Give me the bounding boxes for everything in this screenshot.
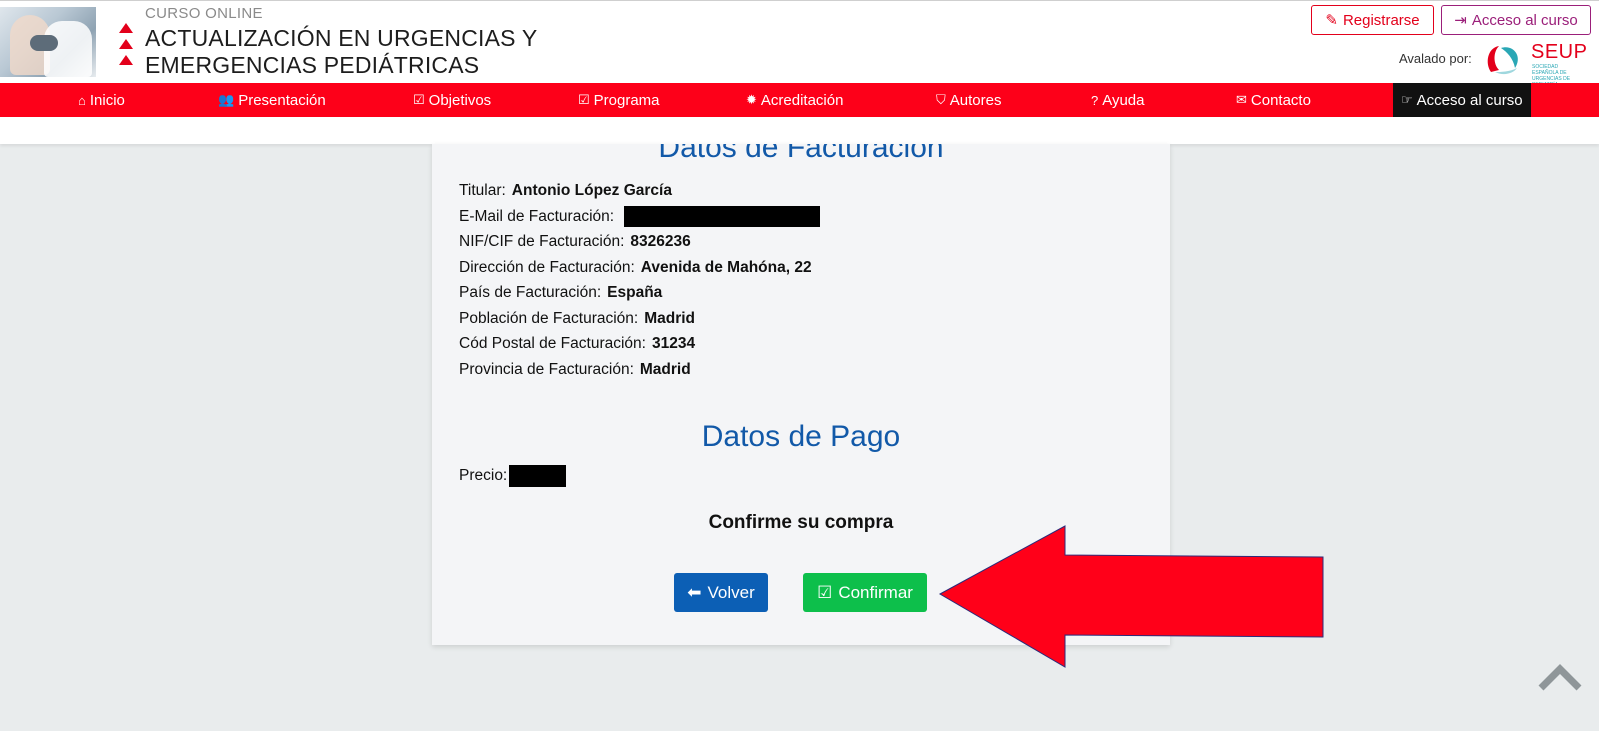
confirm-button[interactable]: ☑ Confirmar (803, 573, 927, 612)
nav-label: Acreditación (760, 91, 844, 109)
back-label: Volver (707, 582, 755, 602)
field-label: Dirección de Facturación: (459, 258, 635, 276)
billing-title: Datos de Facturación (658, 144, 944, 164)
check-square-icon: ☑ (413, 92, 425, 107)
field-label: País de Facturación: (459, 284, 602, 301)
field-label: E-Mail de Facturación: (459, 207, 615, 225)
nav-item-programa[interactable]: ☑ Programa (578, 83, 660, 117)
field-label: Cód Postal de Facturación: (459, 335, 646, 352)
nav-item-acreditacion[interactable]: ✹ Acreditación (746, 83, 843, 117)
pencil-icon: ✎ (1325, 12, 1338, 29)
course-title-line2: EMERGENCIAS PEDIÁTRICAS (145, 52, 480, 78)
billing-fields: Titular: Antonio López García E-Mail de F… (459, 178, 821, 383)
course-title[interactable]: ACTUALIZACIÓN EN URGENCIAS Y EMERGENCIAS… (145, 25, 537, 79)
field-value: Madrid (639, 360, 691, 378)
back-button[interactable]: ⬅ Volver (674, 573, 768, 612)
course-title-line1: ACTUALIZACIÓN EN URGENCIAS Y (145, 25, 538, 51)
certificate-icon: ✹ (746, 92, 757, 107)
nav-label: Ayuda (1102, 91, 1145, 109)
field-value: Madrid (644, 309, 696, 327)
register-label: Registrarse (1342, 11, 1420, 29)
header-access-label: Acceso al curso (1471, 11, 1578, 29)
seup-logo-icon[interactable] (1483, 42, 1523, 76)
field-label: NIF/CIF de Facturación: (459, 233, 625, 250)
field-value: Antonio López García (511, 182, 672, 199)
field-value: 8326236 (630, 233, 691, 250)
envelope-icon: ✉ (1236, 92, 1247, 107)
field-value: Avenida de Mahóna, 22 (640, 258, 812, 276)
users-icon: 👥 (218, 92, 235, 107)
nav-item-inicio[interactable]: ⌂ Inicio (78, 83, 125, 117)
arrow-circle-left-icon: ⬅ (687, 582, 702, 602)
field-label: Titular: (459, 182, 506, 199)
field-label: Provincia de Facturación: (459, 360, 634, 378)
billing-field-email: E-Mail de Facturación: (459, 204, 821, 230)
check-square-icon: ☑ (817, 582, 833, 602)
nav-label: Contacto (1250, 91, 1311, 109)
course-label: CURSO ONLINE (145, 5, 263, 22)
seup-name: SEUP (1531, 41, 1588, 63)
chevron-up-icon[interactable] (1537, 662, 1583, 692)
calendar-check-icon: ☑ (578, 92, 590, 107)
field-label: Población de Facturación: (459, 309, 639, 327)
nav-label: Inicio (89, 91, 125, 109)
question-circle-icon: ? (1091, 92, 1099, 108)
red-annotation-arrow-icon (938, 525, 1324, 668)
billing-field-nif: NIF/CIF de Facturación: 8326236 (459, 229, 820, 255)
sub-bar (0, 117, 1599, 144)
payment-title: Datos de Pago (701, 420, 901, 453)
nav-item-objetivos[interactable]: ☑ Objetivos (413, 83, 491, 117)
redacted-email (624, 205, 821, 227)
price-label: Precio: (459, 467, 508, 485)
confirm-label: Confirmar (838, 582, 913, 602)
sign-in-icon: ⇥ (1454, 12, 1467, 29)
header-photo (0, 7, 96, 77)
billing-field-direccion: Dirección de Facturación: Avenida de Mahó… (459, 255, 820, 281)
billing-field-poblacion: Población de Facturación: Madrid (459, 306, 820, 332)
billing-field-titular: Titular: Antonio López García (459, 178, 820, 204)
nav-item-autores[interactable]: ⛉ Autores (936, 83, 1001, 117)
hand-pointer-icon: ☞ (1401, 92, 1413, 107)
nav-item-ayuda[interactable]: ? Ayuda (1091, 83, 1145, 117)
field-value: España (607, 284, 663, 301)
billing-field-pais: País de Facturación: España (459, 280, 820, 306)
price-row: Precio: (459, 465, 567, 487)
redacted-price (509, 465, 567, 487)
nav-label: Programa (593, 91, 660, 109)
main-nav: ⌂ Inicio 👥 Presentación ☑ Objetivos ☑ Pr… (0, 83, 1599, 117)
nav-label: Acceso al curso (1416, 91, 1523, 109)
shield-icon: ⛉ (936, 92, 946, 107)
home-icon: ⌂ (78, 92, 86, 108)
site-header: CURSO ONLINE ACTUALIZACIÓN EN URGENCIAS … (0, 0, 1599, 88)
nav-item-presentacion[interactable]: 👥 Presentación (218, 83, 326, 117)
nav-label: Autores (949, 91, 1002, 109)
field-value: 31234 (651, 335, 696, 352)
header-access-button[interactable]: ⇥ Acceso al curso (1441, 5, 1591, 35)
nav-item-acceso-al-curso[interactable]: ☞ Acceso al curso (1393, 83, 1531, 117)
brand-arrows-icon (119, 23, 133, 71)
nav-label: Presentación (238, 91, 326, 109)
nav-label: Objetivos (428, 91, 492, 109)
register-button[interactable]: ✎ Registrarse (1311, 5, 1434, 35)
endorsed-label: Avalado por: (1399, 51, 1472, 66)
billing-field-provincia: Provincia de Facturación: Madrid (459, 357, 820, 383)
billing-field-codigo-postal: Cód Postal de Facturación: 31234 (459, 331, 820, 357)
nav-item-contacto[interactable]: ✉ Contacto (1236, 83, 1311, 117)
